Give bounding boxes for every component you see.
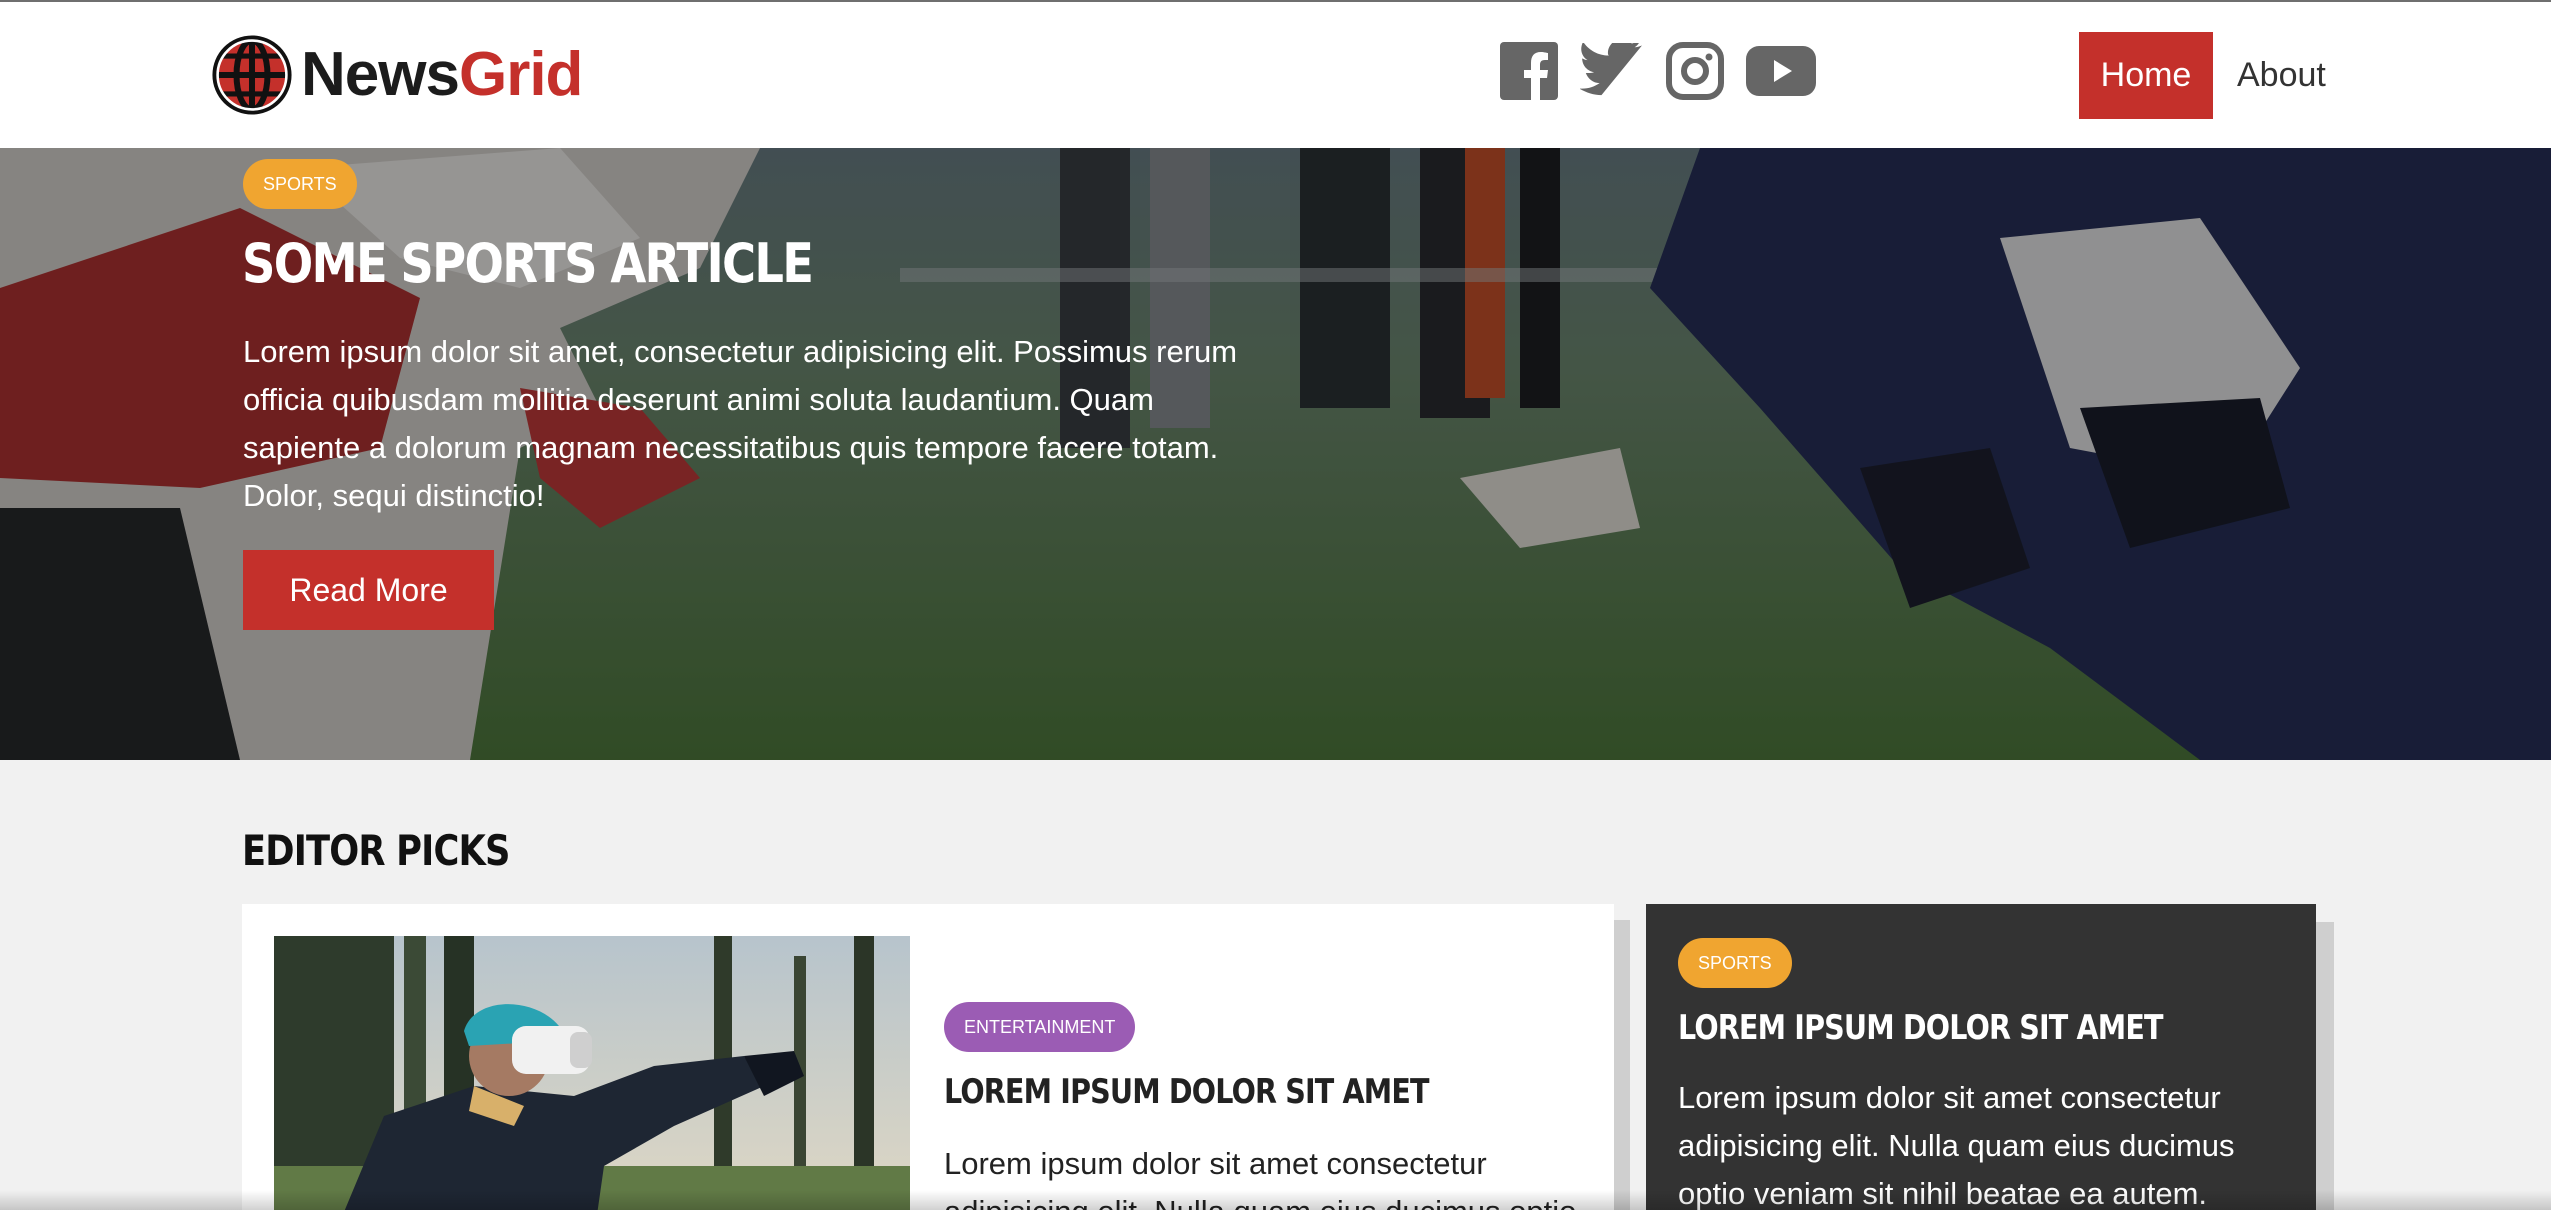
logo-text-news: News — [301, 40, 460, 109]
globe-icon — [212, 35, 292, 115]
card-title[interactable]: Lorem ipsum dolor sit amet — [944, 1072, 1430, 1112]
read-more-button[interactable]: Read More — [243, 550, 494, 630]
editor-picks-title: Editor Picks — [242, 826, 510, 875]
youtube-icon[interactable] — [1746, 46, 1816, 96]
editor-pick-card[interactable]: Entertainment Lorem ipsum dolor sit amet… — [242, 904, 1614, 1210]
nav-home-link[interactable]: Home — [2079, 32, 2213, 119]
page: NewsGrid Home About SPORTS SOME SPORTS A… — [0, 0, 2551, 1210]
hero-banner: Sports Some Sports Article Lorem ipsum d… — [0, 148, 2551, 760]
twitter-icon[interactable] — [1580, 43, 1644, 99]
hero-title: Some Sports Article — [242, 232, 814, 295]
nav-about-link[interactable]: About — [2237, 32, 2326, 119]
instagram-icon[interactable] — [1666, 42, 1724, 100]
logo[interactable]: NewsGrid — [209, 30, 583, 120]
logo-text-grid: Grid — [458, 40, 583, 109]
main-nav: Home About — [2079, 32, 2326, 119]
facebook-icon[interactable] — [1500, 42, 1558, 100]
bottom-shadow — [0, 1190, 2551, 1210]
card-title[interactable]: Lorem ipsum dolor sit amet — [1678, 1008, 2164, 1048]
editor-pick-card-dark[interactable]: Sports Lorem ipsum dolor sit amet Lorem … — [1646, 904, 2316, 1210]
hero-category-badge[interactable]: Sports — [243, 159, 357, 209]
card-image — [274, 936, 910, 1210]
hero-text: Lorem ipsum dolor sit amet, consectetur … — [243, 334, 1238, 513]
logo-text: NewsGrid — [301, 44, 583, 106]
site-header: NewsGrid Home About — [0, 0, 2551, 148]
social-links — [1500, 42, 1838, 100]
card-category-badge[interactable]: Sports — [1678, 938, 1792, 988]
card-category-badge[interactable]: Entertainment — [944, 1002, 1136, 1052]
